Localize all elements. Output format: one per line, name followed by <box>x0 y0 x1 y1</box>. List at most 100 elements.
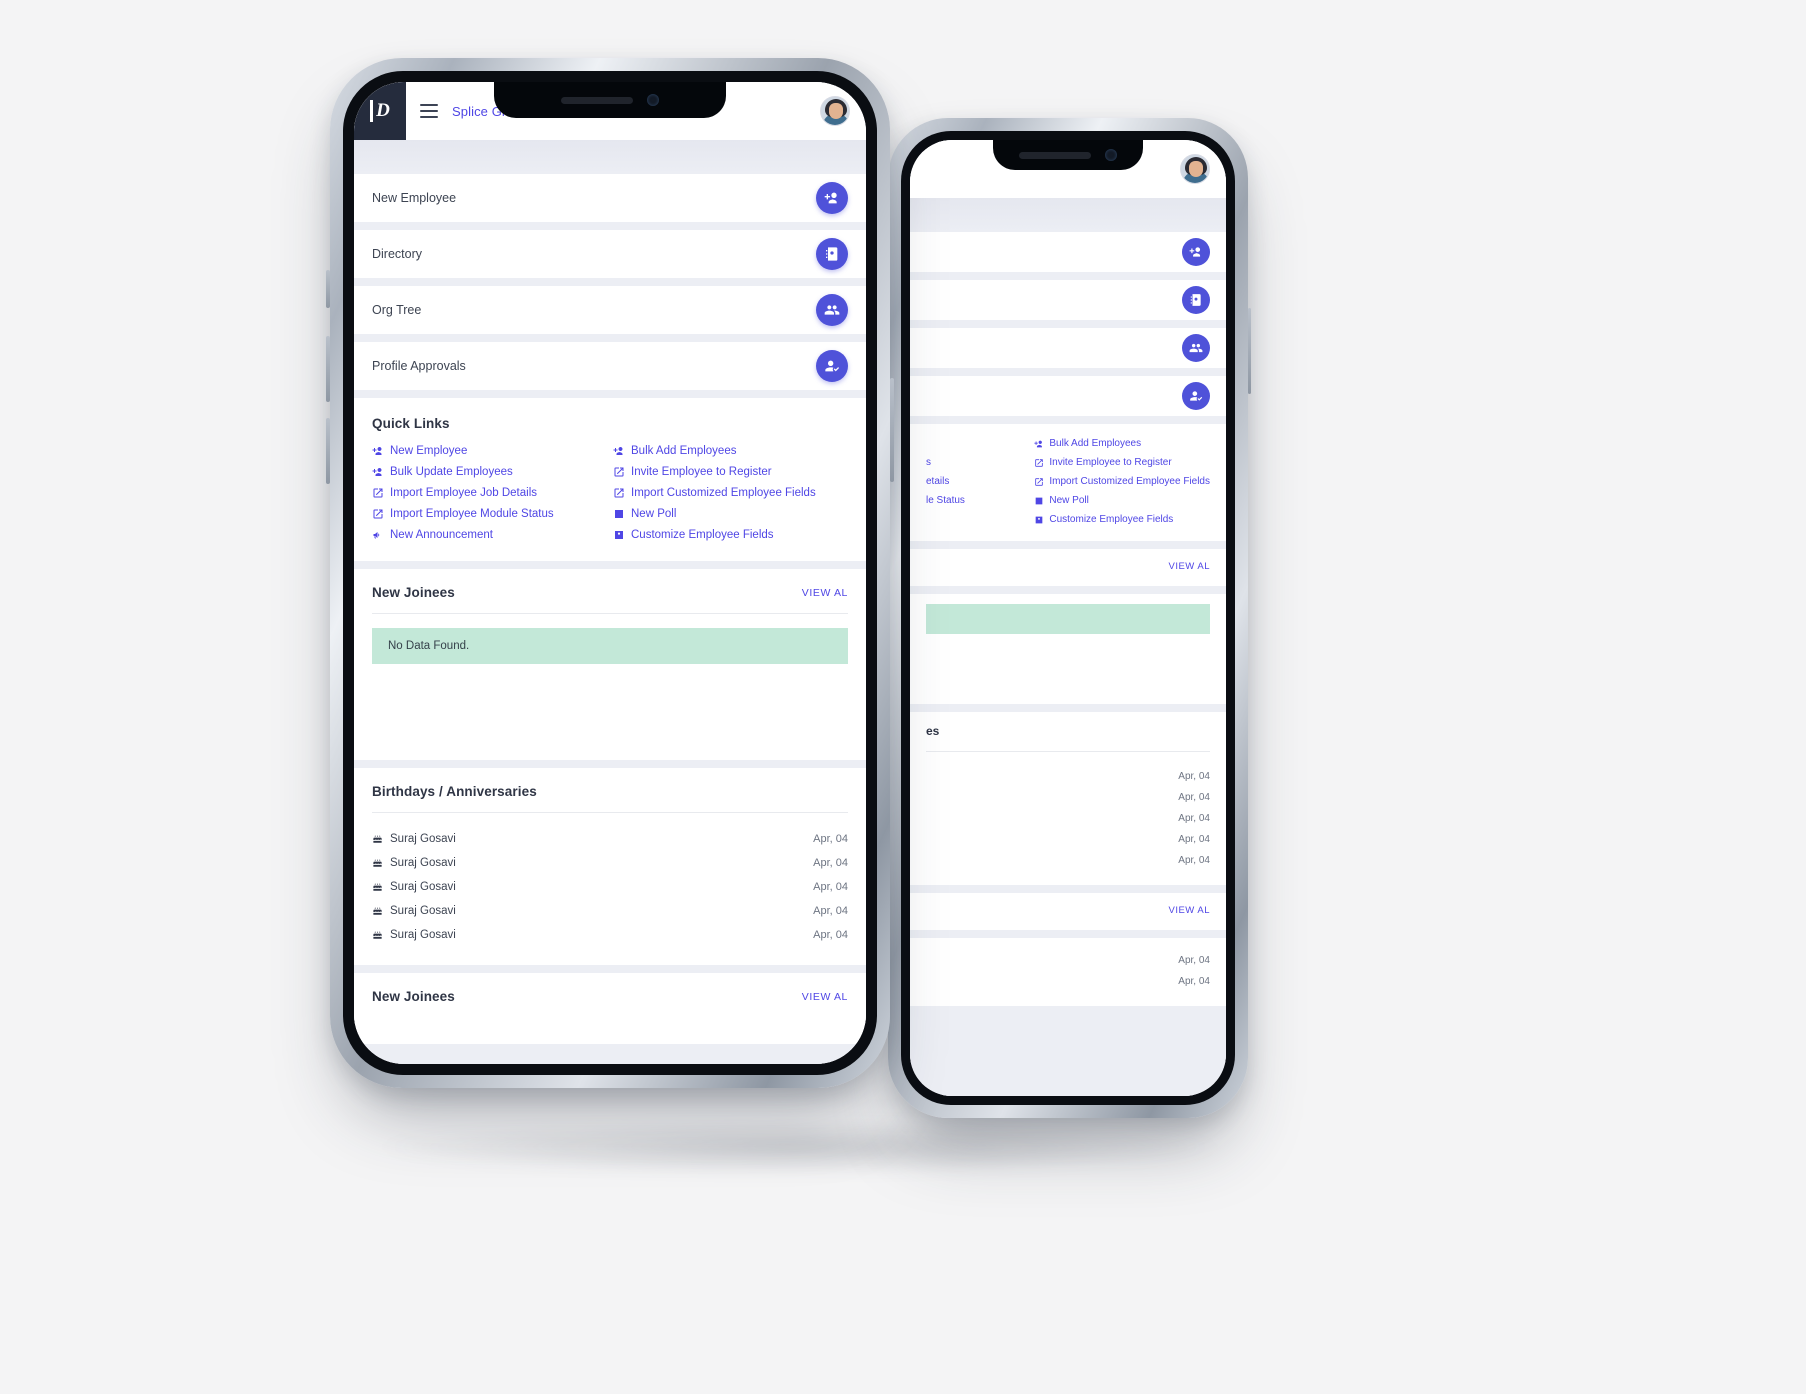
row-date: Apr, 04 <box>1178 792 1210 803</box>
quick-link-spacer <box>926 514 1034 525</box>
divider <box>372 812 848 813</box>
page-strip <box>354 140 866 174</box>
users-icon[interactable] <box>816 294 848 326</box>
quick-link-import-customized[interactable]: Import Customized Employee Fields <box>1034 476 1210 487</box>
quick-link-partial[interactable]: etails <box>926 476 1034 487</box>
quick-link-customize-employee-fields[interactable]: Customize Employee Fields <box>1034 514 1210 525</box>
person-name: Suraj Gosavi <box>390 929 456 941</box>
quick-link-new-poll[interactable]: New Poll <box>613 508 848 520</box>
list-item[interactable]: Suraj Gosavi Apr, 04 <box>372 875 848 899</box>
birthday-date: Apr, 04 <box>813 881 848 893</box>
hamburger-icon[interactable] <box>420 104 438 118</box>
table-row[interactable]: Apr, 04 <box>926 971 1210 992</box>
external-link-icon <box>1035 458 1044 467</box>
quick-link-invite-employee-to-register[interactable]: Invite Employee to Register <box>613 466 848 478</box>
birthday-person: Suraj Gosavi <box>372 833 456 845</box>
user-plus-icon[interactable] <box>1182 238 1210 266</box>
list-item[interactable]: Suraj Gosavi Apr, 04 <box>372 827 848 851</box>
empty-spacer <box>372 664 848 742</box>
list-item[interactable]: Suraj Gosavi Apr, 04 <box>372 899 848 923</box>
new-joinees-section-bottom: New Joinees VIEW AL <box>354 973 866 1044</box>
quick-link-bulk-add-employees[interactable]: Bulk Add Employees <box>1034 438 1210 449</box>
action-row-back-3[interactable] <box>910 328 1226 368</box>
user-plus-icon <box>372 466 384 478</box>
address-book-icon[interactable] <box>1182 286 1210 314</box>
action-row-profile-approvals[interactable]: Profile Approvals <box>354 342 866 390</box>
table-row[interactable]: Apr, 04 <box>926 787 1210 808</box>
quick-link-import-employee-job-details[interactable]: Import Employee Job Details <box>372 487 607 499</box>
action-label: New Employee <box>372 191 457 205</box>
table-row[interactable]: Apr, 04 <box>926 808 1210 829</box>
quick-link-customize-employee-fields[interactable]: Customize Employee Fields <box>613 529 848 541</box>
view-all-link-back-2[interactable]: VIEW AL <box>926 905 1210 916</box>
content-scroll-back[interactable]: Bulk Add Employees s Invite Employee to … <box>910 232 1226 1096</box>
power-button[interactable] <box>890 378 894 482</box>
avatar-back[interactable] <box>1180 154 1210 184</box>
quick-link-label: New Announcement <box>390 529 493 541</box>
power-button-back[interactable] <box>1248 308 1251 394</box>
new-joinees-header: New Joinees VIEW AL <box>372 585 848 600</box>
table-row[interactable]: Apr, 04 <box>926 829 1210 850</box>
quick-link-partial[interactable]: le Status <box>926 495 1034 506</box>
quick-link-new-announcement[interactable]: New Announcement <box>372 529 607 541</box>
user-plus-icon <box>1034 440 1043 447</box>
divider <box>926 751 1210 752</box>
action-row-back-4[interactable] <box>910 376 1226 416</box>
no-data-banner-back <box>926 604 1210 634</box>
content-scroll[interactable]: New Employee Directory Org Tree Profile … <box>354 174 866 1064</box>
notch-back <box>993 140 1143 170</box>
view-all-link-back-1[interactable]: VIEW AL <box>926 561 1210 572</box>
quick-link-bulk-update-employees[interactable]: Bulk Update Employees <box>372 466 607 478</box>
action-row-org-tree[interactable]: Org Tree <box>354 286 866 334</box>
quick-links-grid-back: Bulk Add Employees s Invite Employee to … <box>926 438 1210 525</box>
phone-screen-back: Bulk Add Employees s Invite Employee to … <box>910 140 1226 1096</box>
user-plus-icon[interactable] <box>816 182 848 214</box>
action-label: Profile Approvals <box>372 359 466 373</box>
avatar[interactable] <box>820 96 850 126</box>
birthdays-section: Birthdays / Anniversaries Suraj Gosavi A… <box>354 768 866 965</box>
cake-icon <box>373 858 382 867</box>
address-book-icon[interactable] <box>816 238 848 270</box>
quick-link-bulk-add-employees[interactable]: Bulk Add Employees <box>613 445 848 457</box>
view-all-link[interactable]: VIEW AL <box>802 587 848 599</box>
action-row-new-employee[interactable]: New Employee <box>354 174 866 222</box>
new-joinees-panel-back: VIEW AL <box>910 549 1226 586</box>
volume-up-button[interactable] <box>326 336 330 402</box>
person-name: Suraj Gosavi <box>390 881 456 893</box>
quick-link-import-employee-module-status[interactable]: Import Employee Module Status <box>372 508 607 520</box>
table-row[interactable]: Apr, 04 <box>926 766 1210 787</box>
table-row[interactable]: Apr, 04 <box>926 950 1210 971</box>
action-row-back-1[interactable] <box>910 232 1226 272</box>
earpiece-speaker <box>1019 151 1091 159</box>
person-name: Suraj Gosavi <box>390 833 456 845</box>
action-row-back-2[interactable] <box>910 280 1226 320</box>
section-title: New Joinees <box>372 585 455 600</box>
users-icon[interactable] <box>1182 334 1210 362</box>
phone-device-front: D Splice Global New Employee Directory O… <box>326 58 894 1088</box>
mute-switch[interactable] <box>326 270 330 308</box>
action-row-directory[interactable]: Directory <box>354 230 866 278</box>
brand-logo[interactable]: D <box>354 82 406 140</box>
volume-down-button[interactable] <box>326 418 330 484</box>
quick-link-import-customized-employee-fields[interactable]: Import Customized Employee Fields <box>613 487 848 499</box>
id-card-icon <box>613 529 625 541</box>
user-check-icon[interactable] <box>1182 382 1210 410</box>
quick-link-partial[interactable]: s <box>926 457 1034 468</box>
view-all-link-bottom[interactable]: VIEW AL <box>802 991 848 1003</box>
quick-link-new-employee[interactable]: New Employee <box>372 445 607 457</box>
poll-icon <box>613 508 625 520</box>
quick-link-partial[interactable] <box>926 438 1034 449</box>
list-item[interactable]: Suraj Gosavi Apr, 04 <box>372 923 848 947</box>
birthday-date: Apr, 04 <box>813 857 848 869</box>
id-card-icon <box>1036 516 1043 523</box>
quick-link-invite-employee[interactable]: Invite Employee to Register <box>1034 457 1210 468</box>
quick-link-new-poll[interactable]: New Poll <box>1034 495 1210 506</box>
user-check-icon[interactable] <box>816 350 848 382</box>
front-camera <box>647 94 659 106</box>
quick-link-label: New Poll <box>1049 495 1089 506</box>
new-joinees-panel-back-2: VIEW AL <box>910 893 1226 930</box>
table-row[interactable]: Apr, 04 <box>926 850 1210 871</box>
section-title-back: es <box>926 724 940 738</box>
list-item[interactable]: Suraj Gosavi Apr, 04 <box>372 851 848 875</box>
quick-link-label: Import Customized Employee Fields <box>1049 476 1210 487</box>
